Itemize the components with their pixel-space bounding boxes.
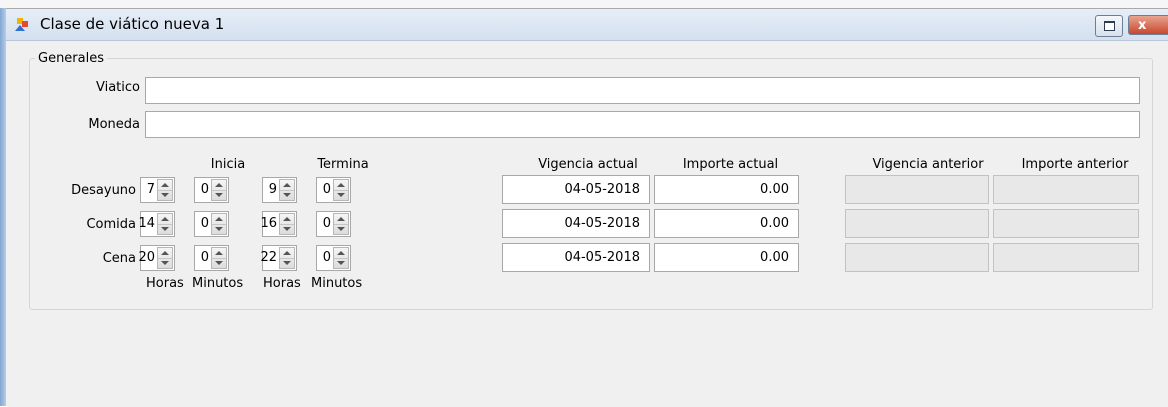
cena-end-hour-spinner[interactable]: 22 [260, 245, 297, 271]
spinner-value: 14 [138, 216, 155, 231]
desayuno-importe-actual[interactable]: 0.00 [654, 175, 799, 204]
meal-label-desayuno: Desayuno [71, 183, 136, 198]
horas-label-inicia: Horas [146, 276, 184, 291]
spinner-value: 0 [200, 250, 209, 265]
restore-icon [1104, 21, 1115, 31]
cena-importe-actual[interactable]: 0.00 [654, 243, 799, 272]
desayuno-start-hour-spinner[interactable]: 7 [140, 177, 175, 203]
vigencia-anterior-header: Vigencia anterior [872, 157, 984, 172]
comida-end-hour-spinner[interactable]: 16 [260, 211, 297, 237]
desayuno-end-hour-spinner[interactable]: 9 [262, 177, 297, 203]
spinner-value: 16 [260, 216, 277, 231]
spinner-arrows [211, 247, 227, 269]
minutos-label-inicia: Minutos [192, 276, 244, 291]
comida-vigencia-actual[interactable]: 04-05-2018 [502, 209, 650, 238]
spinner-value: 0 [200, 216, 209, 231]
meal-label-cena: Cena [102, 251, 136, 266]
meal-label-comida: Comida [86, 217, 136, 232]
comida-importe-actual[interactable]: 0.00 [654, 209, 799, 238]
spinner-arrows [279, 213, 295, 235]
spinner-arrows [333, 213, 349, 235]
close-button[interactable]: x [1128, 15, 1168, 35]
title-bar[interactable]: Clase de viático nueva 1 x [6, 9, 1168, 41]
cena-start-hour-spinner[interactable]: 20 [138, 245, 175, 271]
spinner-arrows [157, 179, 173, 201]
spinner-arrows [279, 247, 295, 269]
spinner-arrows [157, 213, 173, 235]
comida-vigencia-anterior [845, 209, 989, 238]
cena-importe-anterior [993, 243, 1139, 272]
spinner-value: 0 [322, 216, 331, 231]
spinner-value: 0 [322, 250, 331, 265]
desktop-strip [0, 0, 1168, 8]
spinner-down-icon[interactable] [158, 190, 172, 200]
spinner-value: 7 [146, 182, 155, 197]
spinner-value: 20 [138, 250, 155, 265]
spinner-down-icon[interactable] [158, 224, 172, 234]
spinner-value: 0 [322, 182, 331, 197]
moneda-input[interactable] [145, 111, 1140, 138]
spinner-arrows [157, 247, 173, 269]
spinner-down-icon[interactable] [212, 258, 226, 268]
spinner-value: 0 [200, 182, 209, 197]
spinner-arrows [333, 179, 349, 201]
viatico-input[interactable] [145, 77, 1140, 104]
generales-legend: Generales [38, 51, 105, 66]
spinner-down-icon[interactable] [280, 258, 294, 268]
spinner-down-icon[interactable] [334, 258, 348, 268]
desayuno-start-minute-spinner[interactable]: 0 [194, 177, 229, 203]
importe-actual-header: Importe actual [682, 157, 779, 172]
spinner-value: 9 [268, 182, 277, 197]
spinner-down-icon[interactable] [280, 224, 294, 234]
spinner-down-icon[interactable] [212, 190, 226, 200]
comida-end-minute-spinner[interactable]: 0 [316, 211, 351, 237]
desayuno-vigencia-actual[interactable]: 04-05-2018 [502, 175, 650, 204]
cena-vigencia-anterior [845, 243, 989, 272]
comida-start-hour-spinner[interactable]: 14 [138, 211, 175, 237]
vigencia-actual-header: Vigencia actual [538, 157, 638, 172]
minutos-label-termina: Minutos [311, 276, 363, 291]
spinner-down-icon[interactable] [158, 258, 172, 268]
moneda-label: Moneda [88, 117, 140, 132]
app-icon [15, 18, 28, 31]
cena-vigencia-actual[interactable]: 04-05-2018 [502, 243, 650, 272]
desayuno-end-minute-spinner[interactable]: 0 [316, 177, 351, 203]
spinner-arrows [333, 247, 349, 269]
window-title: Clase de viático nueva 1 [40, 15, 225, 33]
spinner-arrows [211, 179, 227, 201]
desayuno-importe-anterior [993, 175, 1139, 204]
cena-end-minute-spinner[interactable]: 0 [316, 245, 351, 271]
comida-start-minute-spinner[interactable]: 0 [194, 211, 229, 237]
inicia-header: Inicia [210, 157, 246, 172]
spinner-down-icon[interactable] [334, 190, 348, 200]
spinner-down-icon[interactable] [334, 224, 348, 234]
comida-importe-anterior [993, 209, 1139, 238]
horas-label-termina: Horas [263, 276, 301, 291]
spinner-value: 22 [260, 250, 277, 265]
importe-anterior-header: Importe anterior [1021, 157, 1129, 172]
spinner-down-icon[interactable] [280, 190, 294, 200]
restore-button[interactable] [1095, 15, 1123, 37]
viatico-label: Viatico [96, 80, 140, 95]
spinner-down-icon[interactable] [212, 224, 226, 234]
termina-header: Termina [317, 157, 369, 172]
spinner-arrows [211, 213, 227, 235]
cena-start-minute-spinner[interactable]: 0 [194, 245, 229, 271]
close-icon: x [1138, 18, 1147, 33]
desayuno-vigencia-anterior [845, 175, 989, 204]
spinner-arrows [279, 179, 295, 201]
